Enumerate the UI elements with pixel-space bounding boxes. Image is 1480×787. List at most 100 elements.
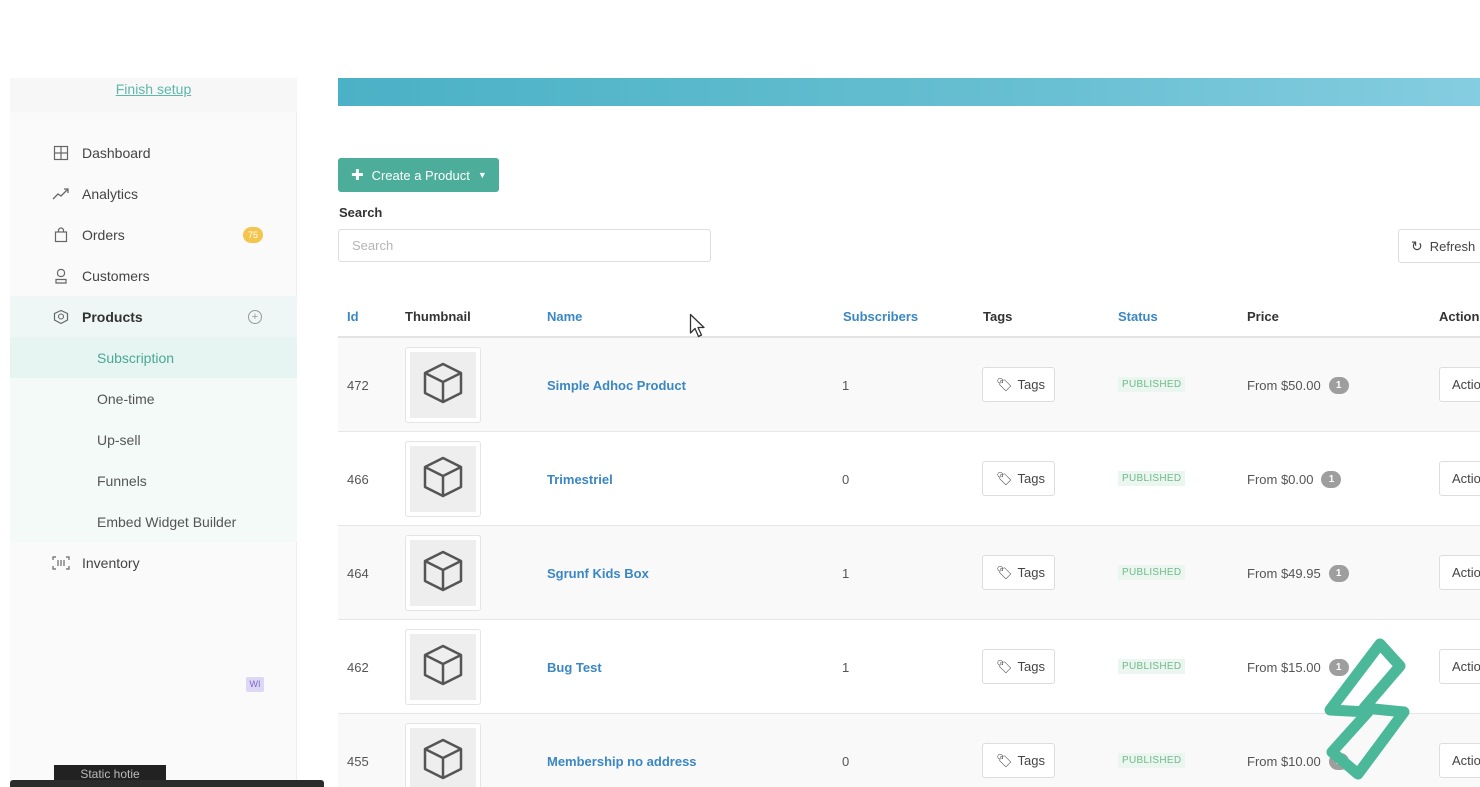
column-header-status[interactable]: Status — [1118, 309, 1158, 324]
sidebar-subitem-one-time[interactable]: One-time — [10, 378, 297, 419]
table-row: 455 Membership no address 0 🏷 Tags PUBLIS… — [338, 714, 1480, 787]
tags-label: Tags — [1017, 659, 1045, 674]
box-icon — [421, 549, 465, 598]
column-header-id[interactable]: Id — [347, 309, 359, 324]
sidebar-item-label: Inventory — [82, 554, 140, 571]
column-header-subscribers[interactable]: Subscribers — [843, 309, 918, 324]
products-icon — [52, 308, 70, 326]
finish-setup-link[interactable]: Finish setup — [10, 81, 297, 97]
product-name-link[interactable]: Membership no address — [547, 754, 697, 769]
search-input[interactable] — [338, 229, 711, 262]
product-name-link[interactable]: Sgrunf Kids Box — [547, 566, 649, 581]
actions-button[interactable]: Actio — [1439, 461, 1480, 496]
app-window: Finish setup Dashboard Analytics Orders … — [0, 0, 1480, 787]
price-count-badge[interactable]: 1 — [1328, 376, 1349, 394]
refresh-button[interactable]: ↻ Refresh — [1398, 229, 1480, 263]
sidebar-subitem-subscription[interactable]: Subscription — [10, 337, 297, 378]
lightning-logo-icon — [1318, 636, 1418, 787]
product-thumbnail — [405, 347, 481, 423]
cell-subscribers: 1 — [842, 377, 850, 393]
cell-subscribers: 1 — [842, 659, 850, 675]
tag-icon: 🏷 — [996, 658, 1013, 674]
column-header-tags: Tags — [983, 309, 1013, 324]
tags-label: Tags — [1017, 565, 1045, 580]
tag-icon: 🏷 — [996, 752, 1013, 768]
actions-button[interactable]: Actio — [1439, 649, 1480, 684]
sidebar-item-label: Orders — [82, 226, 125, 243]
cell-id: 462 — [347, 659, 369, 675]
cell-price: From $15.00 — [1247, 659, 1321, 675]
sidebar-item-label: Customers — [82, 267, 150, 284]
tags-button[interactable]: 🏷 Tags — [982, 743, 1055, 778]
sidebar-subitem-up-sell[interactable]: Up-sell — [10, 419, 297, 460]
sidebar-subitem-label: One-time — [97, 390, 155, 407]
product-name-link[interactable]: Trimestriel — [547, 472, 613, 487]
cell-price: From $50.00 — [1247, 377, 1321, 393]
cell-subscribers: 0 — [842, 471, 850, 487]
box-icon — [421, 737, 465, 786]
price-count-badge[interactable]: 1 — [1321, 470, 1342, 488]
cell-subscribers: 0 — [842, 753, 850, 769]
sidebar-item-inventory[interactable]: Inventory — [10, 542, 297, 583]
table-row: 462 Bug Test 1 🏷 Tags PUBLISHED From $15.… — [338, 620, 1480, 714]
sidebar-item-label: Analytics — [82, 185, 139, 202]
tags-label: Tags — [1017, 753, 1045, 768]
finish-setup-bar: Finish setup — [10, 78, 297, 112]
sidebar-item-products[interactable]: Products + — [10, 296, 297, 337]
dashboard-icon — [52, 144, 70, 162]
tags-label: Tags — [1017, 377, 1045, 392]
sidebar-item-dashboard[interactable]: Dashboard — [10, 132, 297, 173]
inventory-icon — [52, 554, 70, 572]
actions-button[interactable]: Actio — [1439, 555, 1480, 590]
tags-button[interactable]: 🏷 Tags — [982, 461, 1055, 496]
cell-price: From $10.00 — [1247, 753, 1321, 769]
status-badge: PUBLISHED — [1118, 377, 1186, 392]
analytics-icon — [52, 185, 70, 203]
sidebar-item-customers[interactable]: Customers — [10, 255, 297, 296]
tags-button[interactable]: 🏷 Tags — [982, 367, 1055, 402]
column-header-name[interactable]: Name — [547, 309, 582, 324]
tags-button[interactable]: 🏷 Tags — [982, 555, 1055, 590]
sidebar-subitem-funnels[interactable]: Funnels — [10, 460, 297, 501]
orders-count-badge: 75 — [243, 226, 263, 243]
sidebar-item-orders[interactable]: Orders 75 — [10, 214, 297, 255]
product-name-link[interactable]: Simple Adhoc Product — [547, 378, 686, 393]
sidebar-subitem-label: Subscription — [97, 349, 175, 366]
column-header-price: Price — [1247, 309, 1279, 324]
search-label: Search — [339, 205, 383, 220]
tags-label: Tags — [1017, 471, 1045, 486]
product-name-link[interactable]: Bug Test — [547, 660, 602, 675]
table-row: 472 Simple Adhoc Product 1 🏷 Tags PUBLISH… — [338, 338, 1480, 432]
cell-id: 466 — [347, 471, 369, 487]
sidebar-subitem-embed-widget-builder[interactable]: Embed Widget Builder — [10, 501, 297, 542]
status-badge: PUBLISHED — [1118, 753, 1186, 768]
actions-button[interactable]: Actio — [1439, 743, 1480, 778]
sidebar-subitem-label: Embed Widget Builder — [97, 513, 237, 530]
status-badge: PUBLISHED — [1118, 565, 1186, 580]
price-count-badge[interactable]: 1 — [1328, 564, 1349, 582]
sidebar-subitem-label: Funnels — [97, 472, 147, 489]
sidebar-subitem-label: Up-sell — [97, 431, 141, 448]
column-header-actions: Action — [1439, 309, 1480, 324]
cell-id: 455 — [347, 753, 369, 769]
column-header-thumbnail: Thumbnail — [405, 309, 471, 324]
sidebar-item-analytics[interactable]: Analytics — [10, 173, 297, 214]
mouse-cursor-icon — [689, 313, 707, 344]
create-product-button[interactable]: ✚ Create a Product ▼ — [338, 158, 499, 192]
status-badge: PUBLISHED — [1118, 471, 1186, 486]
cell-id: 464 — [347, 565, 369, 581]
add-product-icon[interactable]: + — [248, 309, 262, 324]
box-icon — [421, 455, 465, 504]
sidebar-item-label: Dashboard — [82, 144, 151, 161]
table-row: 464 Sgrunf Kids Box 1 🏷 Tags PUBLISHED Fr… — [338, 526, 1480, 620]
tags-button[interactable]: 🏷 Tags — [982, 649, 1055, 684]
box-icon — [421, 643, 465, 692]
customer-icon — [52, 267, 70, 285]
create-product-label: Create a Product — [371, 167, 470, 183]
sidebar: Finish setup Dashboard Analytics Orders … — [10, 78, 297, 787]
wi-tag[interactable]: WI — [246, 677, 264, 692]
tag-icon: 🏷 — [996, 564, 1013, 580]
tag-icon: 🏷 — [996, 376, 1013, 392]
actions-button[interactable]: Actio — [1439, 367, 1480, 402]
product-thumbnail — [405, 441, 481, 517]
